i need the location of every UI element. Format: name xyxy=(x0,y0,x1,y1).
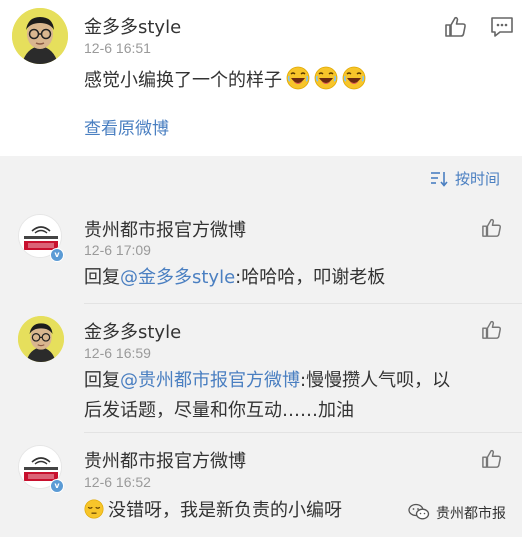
reply-prefix: 回复 xyxy=(84,370,120,391)
mention-link[interactable]: @金多多style xyxy=(120,267,235,288)
laughing-emoji-icon xyxy=(338,66,366,91)
reply-item: 金多多style 12-6 16:59 回复@贵州都市报官方微博:慢慢攒人气呗，… xyxy=(0,304,522,433)
sleepy-face-icon xyxy=(84,499,108,521)
reply-body-line1: :慢慢攒人气呗，以 xyxy=(300,370,451,391)
comment-text: 感觉小编换了一个的样子 xyxy=(84,70,282,91)
wechat-icon xyxy=(408,503,430,525)
reply-prefix: 回复 xyxy=(84,267,120,288)
laughing-emoji-icon xyxy=(310,66,338,91)
watermark: 贵州都市报 xyxy=(408,503,506,525)
verified-badge-icon: v xyxy=(50,479,64,493)
reply-body: :哈哈哈，叩谢老板 xyxy=(235,267,386,288)
comment-text-row: 感觉小编换了一个的样子 xyxy=(84,66,366,96)
reply-text: 回复@贵州都市报官方微博:慢慢攒人气呗，以 后发话题，尽量和你互动……加油 xyxy=(84,366,504,426)
reply-body-line2: 后发话题，尽量和你互动……加油 xyxy=(84,400,354,421)
reply-list: v 贵州都市报官方微博 12-6 17:09 回复@金多多style:哈哈哈，叩… xyxy=(0,200,522,537)
reply-text: 没错呀，我是新负责的小编呀 xyxy=(84,496,342,526)
like-icon[interactable] xyxy=(481,218,503,242)
mention-link[interactable]: @贵州都市报官方微博 xyxy=(120,370,300,391)
verified-badge-icon: v xyxy=(50,248,64,262)
like-icon[interactable] xyxy=(444,16,468,42)
reply-body: 没错呀，我是新负责的小编呀 xyxy=(108,500,342,521)
main-comment-card: 金多多style 12-6 16:51 感觉小编换了一个的样子 查看原微博 xyxy=(0,0,522,156)
sort-icon xyxy=(430,171,450,191)
laughing-emoji-icon xyxy=(282,66,310,91)
avatar[interactable] xyxy=(18,316,64,362)
username[interactable]: 金多多style xyxy=(84,318,181,344)
like-icon[interactable] xyxy=(481,320,503,344)
timestamp: 12-6 16:59 xyxy=(84,345,151,361)
timestamp: 12-6 16:51 xyxy=(84,40,151,56)
timestamp: 12-6 16:52 xyxy=(84,474,151,490)
reply-text: 回复@金多多style:哈哈哈，叩谢老板 xyxy=(84,263,385,293)
username[interactable]: 贵州都市报官方微博 xyxy=(84,447,246,473)
avatar[interactable] xyxy=(12,8,68,64)
view-original-link[interactable]: 查看原微博 xyxy=(84,114,169,139)
username[interactable]: 贵州都市报官方微博 xyxy=(84,216,246,242)
like-icon[interactable] xyxy=(481,449,503,473)
sort-label: 按时间 xyxy=(455,170,501,188)
comment-icon[interactable] xyxy=(490,16,514,42)
timestamp: 12-6 17:09 xyxy=(84,242,151,258)
reply-item: v 贵州都市报官方微博 12-6 17:09 回复@金多多style:哈哈哈，叩… xyxy=(0,200,522,304)
username[interactable]: 金多多style xyxy=(84,13,181,39)
watermark-label: 贵州都市报 xyxy=(436,506,506,522)
